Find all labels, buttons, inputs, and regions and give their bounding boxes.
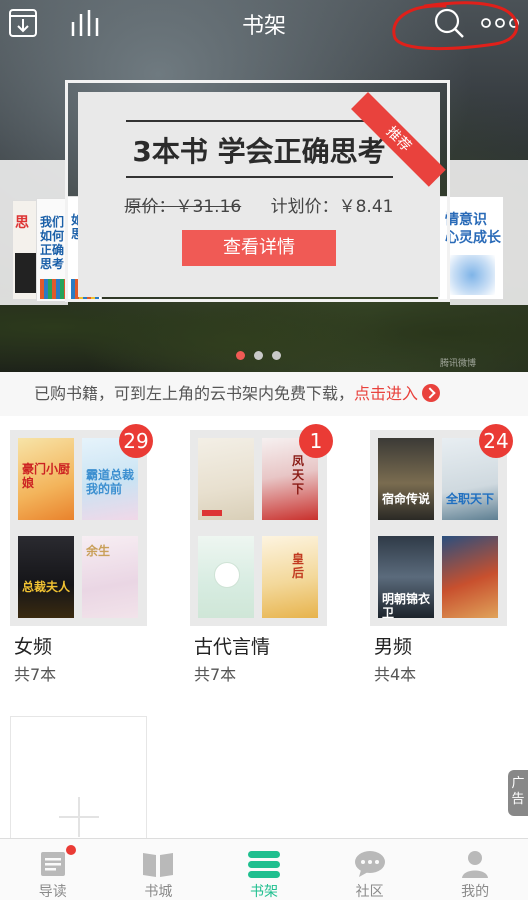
profile-icon	[460, 849, 490, 879]
arrow-right-icon[interactable]	[422, 384, 441, 402]
book-cover	[198, 438, 254, 520]
bottom-tab-bar: 导读 书城 书架 社区 我的	[0, 838, 528, 900]
group-count: 共4本	[374, 665, 417, 684]
tab-bookshelf[interactable]: 书架	[211, 839, 317, 900]
tab-bookstore[interactable]: 书城	[106, 839, 212, 900]
update-count-badge: 24	[479, 424, 513, 458]
book-cover	[442, 536, 498, 618]
promo-prices: 原价：￥31.16 计划价：￥8.41	[78, 192, 440, 217]
notice-link[interactable]: 点击进入	[354, 384, 418, 403]
book-cover: 总裁夫人	[18, 536, 74, 618]
shelf-group[interactable]: 凤天下 皇后 1 古代言情 共7本	[190, 424, 333, 685]
bookstore-icon	[141, 849, 175, 879]
carousel-dot[interactable]	[272, 351, 281, 360]
plan-price: 计划价：￥8.41	[270, 197, 394, 217]
shelf-group[interactable]: 豪门小厨娘 霸道总裁我的前 总裁夫人 余生 29 女频 共7本	[10, 424, 153, 685]
tab-profile[interactable]: 我的	[422, 839, 528, 900]
add-book-button[interactable]	[10, 716, 147, 846]
book-cover	[198, 536, 254, 618]
watermark: 腾讯微博	[440, 359, 477, 369]
more-dots-icon	[481, 18, 519, 28]
tab-label: 书架	[249, 884, 278, 900]
update-count-badge: 29	[119, 424, 153, 458]
group-count: 共7本	[194, 665, 237, 684]
group-count: 共7本	[14, 665, 57, 684]
tab-label: 书城	[144, 884, 173, 900]
book-cover: 余生	[82, 536, 138, 618]
tab-label: 社区	[355, 884, 384, 900]
promo-divider	[126, 120, 393, 122]
tab-label: 我的	[461, 884, 490, 900]
notice-text: 已购书籍，可到左上角的云书架内免费下载，	[34, 384, 355, 403]
notification-dot	[65, 845, 76, 855]
group-name: 男频	[374, 636, 413, 658]
group-name: 女频	[14, 636, 53, 658]
carousel-dot[interactable]	[254, 351, 263, 360]
group-name: 古代言情	[194, 636, 271, 658]
banner-book-cover: 思	[12, 200, 38, 300]
update-count-badge: 1	[299, 424, 333, 458]
carousel-dot[interactable]	[236, 351, 245, 360]
original-price: 原价：￥31.16	[124, 197, 242, 217]
tab-label: 导读	[38, 884, 67, 900]
purchased-notice[interactable]: 已购书籍，可到左上角的云书架内免费下载，点击进入	[0, 372, 528, 416]
group-covers[interactable]: 宿命传说 全职天下 明朝锦衣卫 24	[370, 424, 513, 626]
group-covers[interactable]: 凤天下 皇后 1	[190, 424, 333, 626]
book-cover: 皇后	[262, 536, 318, 618]
book-cover: 明朝锦衣卫	[378, 536, 434, 618]
carousel-indicator[interactable]	[236, 351, 281, 360]
search-icon	[434, 8, 464, 38]
more-button[interactable]	[480, 6, 520, 40]
search-button[interactable]	[432, 6, 466, 40]
ad-tab[interactable]: 广告	[508, 770, 528, 816]
community-icon	[353, 849, 387, 879]
plus-icon	[59, 816, 99, 818]
guide-icon	[38, 845, 76, 879]
book-cover: 豪门小厨娘	[18, 438, 74, 520]
book-cover: 宿命传说	[378, 438, 434, 520]
group-covers[interactable]: 豪门小厨娘 霸道总裁我的前 总裁夫人 余生 29	[10, 424, 153, 626]
promo-divider	[126, 176, 393, 178]
shelf-group[interactable]: 宿命传说 全职天下 明朝锦衣卫 24 男频 共4本	[370, 424, 513, 685]
view-details-button[interactable]: 查看详情	[182, 230, 336, 266]
promo-banner[interactable]: 思 我们如何正确思考 如何思考 情意识 心灵成长 3本书 学会正确思考 原价：￥…	[0, 0, 528, 372]
bookshelf-icon	[246, 849, 282, 879]
top-bar: 书架	[0, 0, 528, 46]
tab-community[interactable]: 社区	[317, 839, 423, 900]
tab-guide[interactable]: 导读	[0, 839, 106, 900]
bookshelf-grid: 豪门小厨娘 霸道总裁我的前 总裁夫人 余生 29 女频 共7本 凤天下 皇后 1…	[0, 416, 528, 846]
